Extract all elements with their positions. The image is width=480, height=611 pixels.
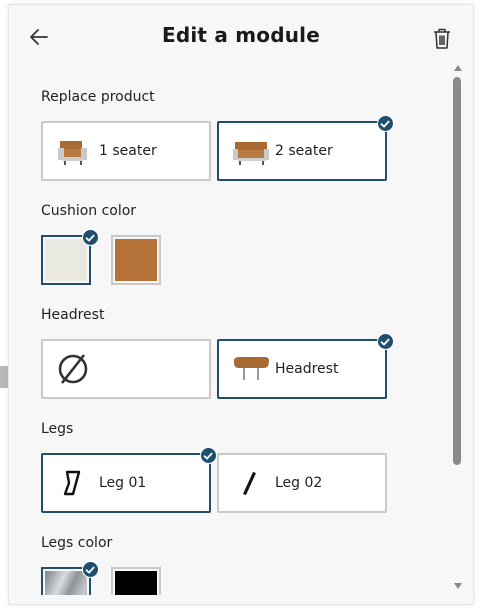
scrollbar-thumb[interactable]	[453, 77, 461, 465]
edit-module-panel: Edit a module Replace product 1 seater 2…	[8, 4, 474, 605]
selected-check-icon	[200, 447, 217, 464]
swatch-color	[115, 571, 157, 595]
scroll-down-arrow-icon[interactable]	[454, 583, 462, 589]
option-leg-01[interactable]: Leg 01	[41, 453, 211, 513]
legs-color-label: Legs color	[41, 535, 113, 551]
swatch-cognac-leather[interactable]	[111, 235, 161, 285]
panel-header: Edit a module	[9, 5, 473, 65]
swatch-color	[45, 571, 87, 595]
option-leg-02[interactable]: Leg 02	[217, 453, 387, 513]
cushion-color-label: Cushion color	[41, 203, 137, 219]
option-2-seater[interactable]: 2 seater	[217, 121, 387, 181]
swatch-color	[45, 239, 87, 281]
background-edge	[0, 366, 8, 388]
option-no-headrest[interactable]	[41, 339, 211, 399]
leg-02-thumbnail	[243, 472, 256, 495]
legs-label: Legs	[41, 421, 74, 437]
replace-product-label: Replace product	[41, 89, 155, 105]
none-icon	[58, 354, 88, 384]
option-label: 1 seater	[99, 143, 157, 159]
options-scroll-area[interactable]: Replace product 1 seater 2 seater Cushio…	[9, 65, 449, 595]
leg-01-thumbnail	[63, 470, 81, 496]
delete-button[interactable]	[429, 25, 455, 51]
option-label: 2 seater	[275, 143, 333, 159]
headrest-thumbnail	[234, 357, 269, 380]
option-label: Headrest	[275, 361, 339, 377]
selected-check-icon	[377, 333, 394, 350]
option-label: Leg 02	[275, 475, 323, 491]
scrollbar[interactable]	[451, 65, 465, 595]
selected-check-icon	[377, 115, 394, 132]
trash-icon	[434, 28, 450, 49]
page-title: Edit a module	[162, 23, 320, 47]
selected-check-icon	[82, 229, 99, 246]
option-1-seater[interactable]: 1 seater	[41, 121, 211, 181]
selected-check-icon	[82, 561, 99, 578]
headrest-label: Headrest	[41, 307, 105, 323]
swatch-color	[115, 239, 157, 281]
scroll-up-arrow-icon[interactable]	[454, 65, 462, 71]
option-label: Leg 01	[99, 475, 147, 491]
swatch-black[interactable]	[111, 567, 161, 595]
option-headrest[interactable]: Headrest	[217, 339, 387, 399]
sofa-1-seater-thumbnail	[58, 141, 87, 165]
sofa-2-seater-thumbnail	[233, 142, 269, 165]
background	[0, 0, 8, 611]
